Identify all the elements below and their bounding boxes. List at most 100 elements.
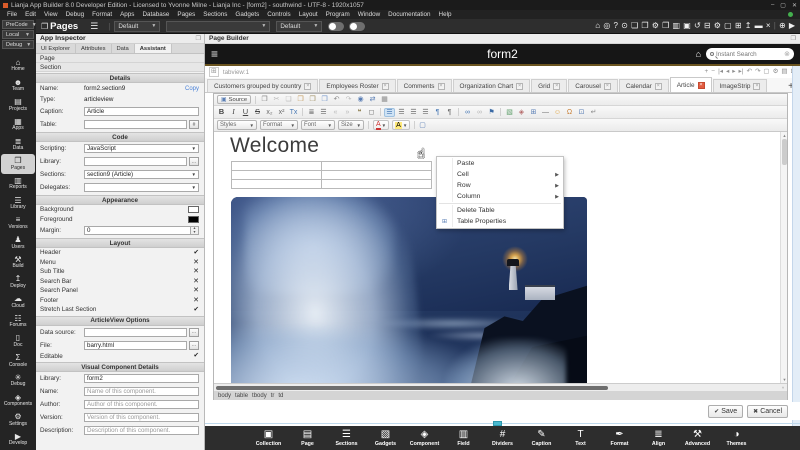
- first-record-icon[interactable]: |◂: [718, 69, 723, 76]
- tab-grid[interactable]: Grid×: [531, 79, 567, 92]
- tab-close-icon[interactable]: ×: [753, 83, 760, 90]
- align-center-icon[interactable]: ☰: [397, 109, 406, 116]
- spinner-input[interactable]: [84, 226, 191, 235]
- tab-close-icon[interactable]: ×: [516, 83, 523, 90]
- remove-format-icon[interactable]: Tx: [289, 109, 298, 116]
- menu-debug[interactable]: Debug: [62, 11, 89, 18]
- context-menu-table-properties[interactable]: ⊞Table Properties: [437, 216, 563, 227]
- paste-icon[interactable]: ❒: [296, 96, 305, 103]
- home-icon[interactable]: ⌂: [595, 22, 600, 30]
- menu-controls[interactable]: Controls: [263, 11, 294, 18]
- grid-handle-icon[interactable]: ⊞: [209, 67, 219, 77]
- context-menu-delete-table[interactable]: Delete Table: [437, 205, 563, 216]
- underline-icon[interactable]: U: [241, 108, 250, 116]
- menu-apps[interactable]: Apps: [116, 11, 138, 18]
- font-dropdown[interactable]: Font▼: [301, 120, 335, 130]
- debug-select[interactable]: Debug▼: [2, 40, 34, 49]
- path-element-tbody[interactable]: tbody: [252, 393, 267, 399]
- menu-gadgets[interactable]: Gadgets: [231, 11, 263, 18]
- form-home-icon[interactable]: ⌂: [696, 49, 701, 59]
- help-icon[interactable]: ?: [614, 22, 618, 30]
- tab-employees-roster[interactable]: Employees Roster×: [319, 79, 395, 92]
- flash-icon[interactable]: ◈: [517, 109, 526, 116]
- table-cell[interactable]: [232, 180, 322, 189]
- browse-button[interactable]: #: [189, 120, 199, 129]
- field-input[interactable]: [84, 341, 187, 350]
- tab-close-icon[interactable]: ×: [698, 82, 705, 89]
- detach-builder-icon[interactable]: ❐: [791, 35, 796, 42]
- bg-color-button[interactable]: A ▼: [392, 120, 410, 130]
- screen-icon[interactable]: ▢: [724, 22, 732, 30]
- sidebar-item-build[interactable]: ⚒Build: [0, 253, 36, 273]
- tab-close-icon[interactable]: ×: [553, 83, 560, 90]
- check-icon[interactable]: ✔: [194, 353, 199, 360]
- menu-edit[interactable]: Edit: [21, 11, 40, 18]
- align-right-icon[interactable]: ☰: [409, 109, 418, 116]
- inspector-tab-attributes[interactable]: Attributes: [76, 44, 112, 53]
- page-template-icon[interactable]: ❐: [641, 22, 648, 30]
- menu-program[interactable]: Program: [322, 11, 354, 18]
- field-input[interactable]: [84, 400, 199, 409]
- image-icon[interactable]: ▧: [505, 109, 514, 116]
- cross-icon[interactable]: ✕: [193, 259, 199, 266]
- dock-item-caption[interactable]: ✎Caption: [524, 429, 559, 447]
- tab-close-icon[interactable]: ×: [604, 83, 611, 90]
- sidebar-item-projects[interactable]: ▤Projects: [0, 95, 36, 115]
- find-icon[interactable]: ◉: [356, 96, 365, 103]
- path-element-body[interactable]: body: [218, 393, 231, 399]
- subscript-icon[interactable]: x₂: [265, 109, 274, 116]
- dock-item-dividers[interactable]: #Dividers: [485, 429, 520, 447]
- dock-item-gadgets[interactable]: ▧Gadgets: [368, 429, 403, 447]
- horizontal-rule-icon[interactable]: ―: [541, 109, 550, 116]
- inspector-tab-ui-explorer[interactable]: UI Explorer: [36, 44, 76, 53]
- sidebar-item-forums[interactable]: ☷Forums: [0, 312, 36, 332]
- menu-window[interactable]: Window: [354, 11, 384, 18]
- sidebar-item-team[interactable]: ☻Team: [0, 76, 36, 96]
- settings-icon[interactable]: ⚙: [714, 22, 721, 30]
- field-input[interactable]: [84, 107, 199, 116]
- undo-icon[interactable]: ↶: [747, 69, 752, 76]
- strikethrough-icon[interactable]: S: [253, 108, 262, 116]
- replace-icon[interactable]: ⇄: [368, 96, 377, 103]
- sidebar-item-library[interactable]: ☰Library: [0, 194, 36, 214]
- path-element-table[interactable]: table: [235, 393, 248, 399]
- special-char-icon[interactable]: Ω: [565, 109, 574, 116]
- bold-icon[interactable]: B: [217, 108, 226, 116]
- tab-close-icon[interactable]: ×: [382, 83, 389, 90]
- align-justify-icon[interactable]: ☰: [421, 109, 430, 116]
- iframe-icon[interactable]: ⊡: [577, 109, 586, 116]
- tab-calendar[interactable]: Calendar×: [619, 79, 669, 92]
- cross-icon[interactable]: ✕: [193, 278, 199, 285]
- browse-button[interactable]: ...: [189, 341, 199, 350]
- indent-icon[interactable]: »: [343, 109, 352, 116]
- toggle-switch-2[interactable]: [349, 22, 365, 31]
- select-all-icon[interactable]: ▦: [380, 96, 389, 103]
- menu-help[interactable]: Help: [435, 11, 456, 18]
- field-input[interactable]: [84, 387, 199, 396]
- dock-item-collection[interactable]: ▣Collection: [251, 429, 286, 447]
- cross-icon[interactable]: ✕: [193, 297, 199, 304]
- smiley-icon[interactable]: ☺: [553, 109, 562, 116]
- format-dropdown[interactable]: Format▼: [260, 120, 298, 130]
- theme-select[interactable]: Default▼: [276, 21, 322, 32]
- anchor-icon[interactable]: ⚑: [487, 109, 496, 116]
- tab-close-icon[interactable]: ×: [304, 83, 311, 90]
- undo-icon[interactable]: ↶: [332, 96, 341, 103]
- prev-record-icon[interactable]: ◂: [726, 69, 729, 76]
- package-icon[interactable]: ▬: [755, 22, 763, 30]
- bidi-rtl-icon[interactable]: ¶: [445, 109, 454, 116]
- redo-icon[interactable]: ↷: [344, 96, 353, 103]
- toggle-switch-1[interactable]: [328, 22, 344, 31]
- text-color-button[interactable]: A ▼: [373, 120, 389, 130]
- size-dropdown[interactable]: Size▼: [338, 120, 364, 130]
- unlink-icon[interactable]: ∞: [475, 109, 484, 116]
- print-icon[interactable]: ▤: [781, 69, 787, 76]
- tab-customers-grouped-by-country[interactable]: Customers grouped by country×: [207, 79, 318, 92]
- editor-vertical-scrollbar[interactable]: ▲ ▼: [780, 132, 787, 383]
- add-page-icon[interactable]: ⊞: [735, 22, 742, 30]
- field-select[interactable]: section9 (Article)▼: [84, 170, 199, 179]
- context-menu-cell[interactable]: Cell▶: [437, 169, 563, 180]
- sidebar-item-cloud[interactable]: ☁Cloud: [0, 292, 36, 312]
- remove-icon[interactable]: −: [711, 69, 715, 76]
- copy-page-icon[interactable]: ❏: [631, 22, 638, 30]
